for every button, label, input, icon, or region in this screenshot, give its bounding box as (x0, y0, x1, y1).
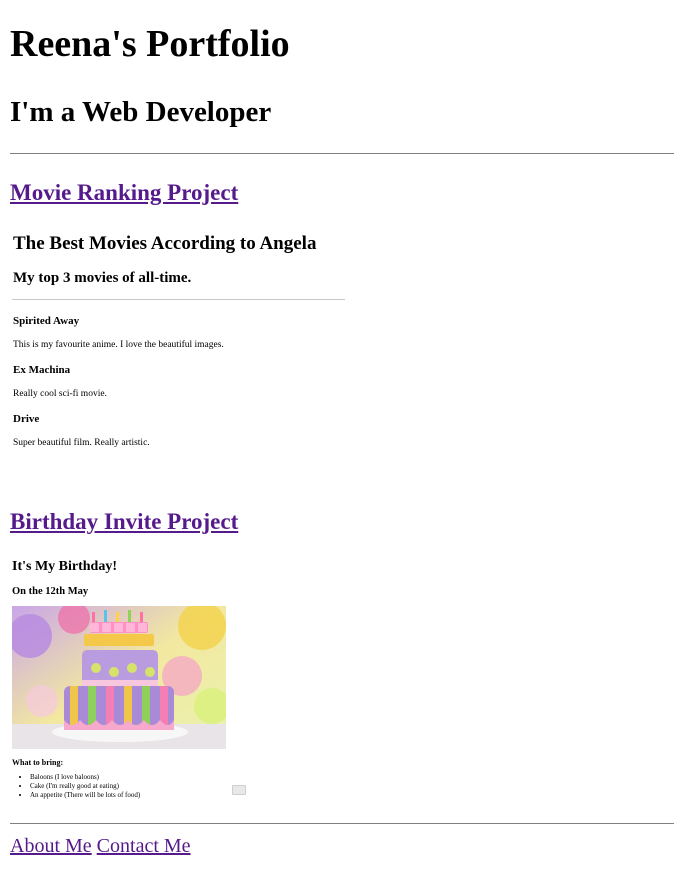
about-me-link[interactable]: About Me (10, 835, 92, 857)
movie-name: Drive (13, 413, 40, 425)
top-divider (10, 153, 674, 154)
page-title: Reena's Portfolio (10, 23, 290, 65)
footer-nav: About Me Contact Me (10, 834, 191, 858)
list-item: Cake (I'm really good at eating) (30, 782, 140, 791)
what-to-bring-heading: What to bring: (12, 758, 64, 767)
birthday-preview-date: On the 12th May (12, 586, 89, 597)
preview-mini-button[interactable] (232, 785, 246, 795)
list-item: An appetite (There will be lots of food) (30, 791, 140, 800)
bottom-divider (10, 823, 674, 824)
movie-name: Ex Machina (13, 364, 71, 376)
birthday-preview-title: It's My Birthday! (12, 559, 117, 574)
birthday-invite-preview[interactable]: It's My Birthday! On the 12th May What t… (10, 555, 270, 807)
movie-description: This is my favourite anime. I love the b… (13, 340, 224, 350)
movie-ranking-project-link[interactable]: Movie Ranking Project (10, 179, 238, 207)
movie-preview-title: The Best Movies According to Angela (13, 233, 317, 254)
movie-description: Super beautiful film. Really artistic. (13, 438, 150, 448)
page-subtitle: I'm a Web Developer (10, 96, 272, 128)
movie-description: Really cool sci-fi movie. (13, 389, 107, 399)
bring-items-list: Baloons (I love baloons) Cake (I'm reall… (12, 773, 140, 800)
movie-preview-divider (12, 299, 345, 300)
birthday-cake-image (12, 606, 226, 749)
birthday-invite-project-link[interactable]: Birthday Invite Project (10, 508, 238, 536)
contact-me-link[interactable]: Contact Me (97, 835, 191, 857)
movie-name: Spirited Away (13, 315, 80, 327)
movie-preview-subtitle: My top 3 movies of all-time. (13, 270, 192, 286)
list-item: Baloons (I love baloons) (30, 773, 140, 782)
movie-ranking-preview[interactable]: The Best Movies According to Angela My t… (10, 228, 355, 458)
